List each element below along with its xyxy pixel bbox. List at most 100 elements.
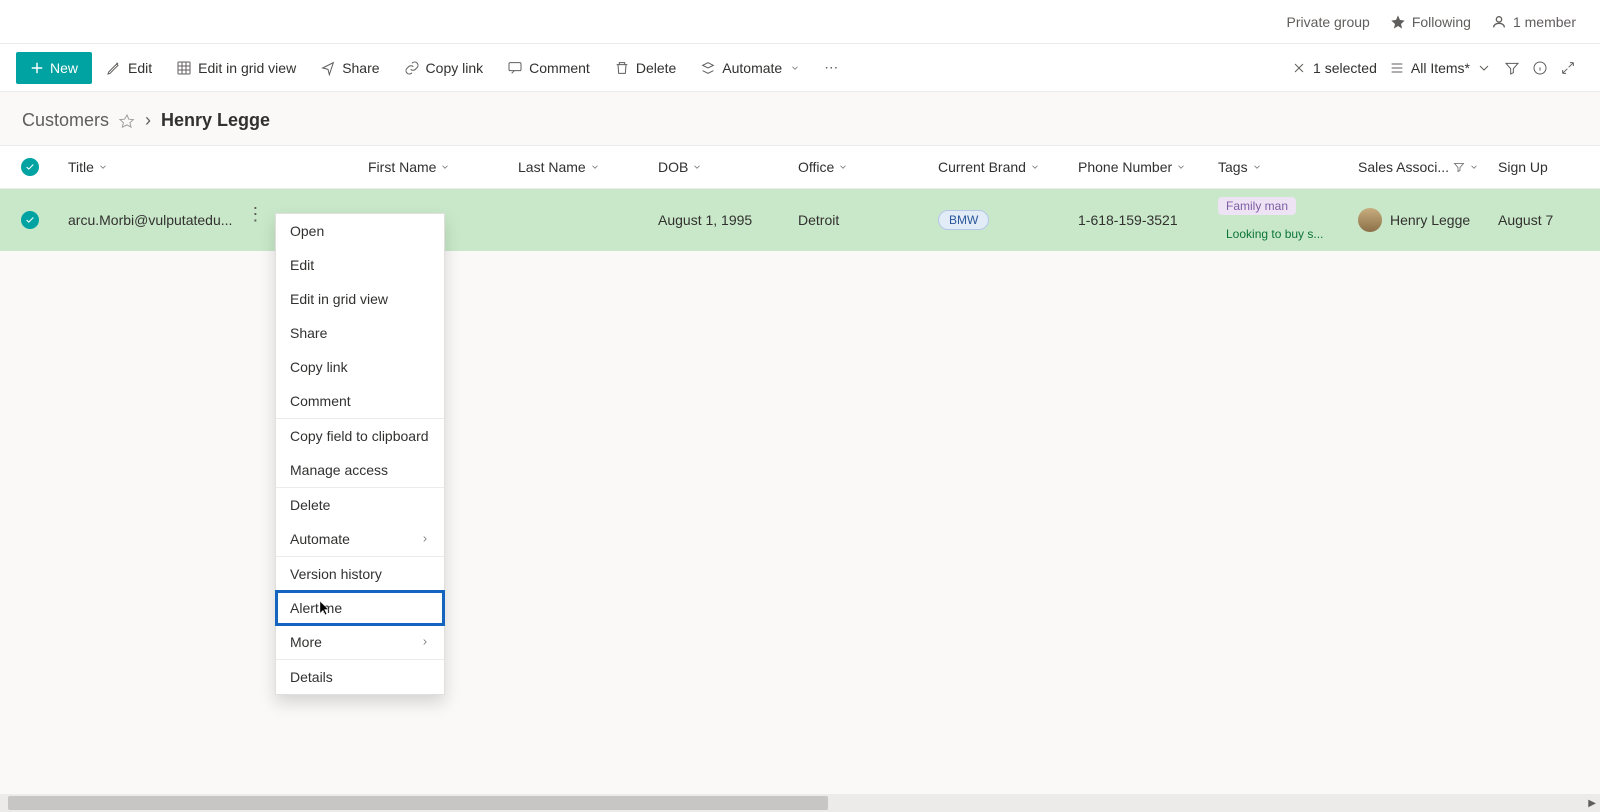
grid-icon — [176, 60, 192, 76]
automate-label: Automate — [722, 60, 782, 76]
edit-grid-button[interactable]: Edit in grid view — [166, 52, 306, 84]
chevron-down-icon — [790, 63, 800, 73]
cm-copy-field[interactable]: Copy field to clipboard — [276, 418, 444, 453]
member-count-label: 1 member — [1513, 14, 1576, 30]
filter-icon — [1453, 161, 1465, 173]
col-title[interactable]: Title — [60, 146, 360, 188]
check-icon — [25, 215, 35, 225]
cm-alert-me[interactable]: Alert me — [276, 591, 444, 625]
chevron-right-icon — [420, 534, 430, 544]
edit-button[interactable]: Edit — [96, 52, 162, 84]
item-title: arcu.Morbi@vulputatedu... — [68, 212, 232, 228]
sales-name: Henry Legge — [1390, 212, 1470, 228]
cell-tags: Family man Looking to buy s... — [1210, 189, 1350, 251]
cm-open[interactable]: Open — [276, 214, 444, 248]
cell-office: Detroit — [790, 204, 930, 236]
cm-edit-grid[interactable]: Edit in grid view — [276, 282, 444, 316]
more-button[interactable]: ⋯ — [814, 52, 850, 84]
scroll-right-arrow[interactable]: ▶ — [1588, 798, 1596, 809]
new-button[interactable]: New — [16, 52, 92, 84]
tag-value-1: Family man — [1218, 197, 1296, 215]
list-icon — [1389, 60, 1405, 76]
delete-button[interactable]: Delete — [604, 52, 686, 84]
col-last-name[interactable]: Last Name — [510, 146, 650, 188]
col-signup-label: Sign Up — [1498, 159, 1548, 175]
comment-button[interactable]: Comment — [497, 52, 600, 84]
chevron-down-icon — [838, 162, 848, 172]
info-button[interactable] — [1532, 60, 1548, 76]
cm-comment[interactable]: Comment — [276, 384, 444, 418]
col-dob[interactable]: DOB — [650, 146, 790, 188]
table-row[interactable]: arcu.Morbi@vulputatedu... ⋮ Eric August … — [0, 189, 1600, 251]
select-all-column[interactable] — [0, 158, 60, 176]
cell-signup: August 7 — [1490, 204, 1600, 236]
scrollbar-thumb[interactable] — [8, 796, 828, 810]
office-value: Detroit — [798, 212, 839, 228]
plus-icon — [30, 61, 44, 75]
cell-phone: 1-618-159-3521 — [1070, 204, 1210, 236]
breadcrumb-root[interactable]: Customers — [22, 110, 109, 131]
star-outline-icon[interactable] — [119, 113, 135, 129]
col-office[interactable]: Office — [790, 146, 930, 188]
comment-label: Comment — [529, 60, 590, 76]
share-button[interactable]: Share — [310, 52, 389, 84]
col-tags-label: Tags — [1218, 159, 1248, 175]
select-all-check[interactable] — [21, 158, 39, 176]
following-indicator[interactable]: Following — [1390, 14, 1471, 30]
horizontal-scrollbar[interactable]: ▶ — [0, 794, 1600, 812]
chevron-down-icon — [98, 162, 108, 172]
col-first-name[interactable]: First Name — [360, 146, 510, 188]
row-select[interactable] — [0, 211, 60, 229]
cm-more[interactable]: More — [276, 625, 444, 659]
cm-version[interactable]: Version history — [276, 556, 444, 591]
context-menu[interactable]: Open Edit Edit in grid view Share Copy l… — [275, 213, 445, 695]
cm-automate[interactable]: Automate — [276, 522, 444, 556]
cell-dob: August 1, 1995 — [650, 204, 790, 236]
group-type: Private group — [1287, 14, 1370, 30]
check-icon — [25, 162, 35, 172]
chevron-down-icon — [1252, 162, 1262, 172]
list-table: Title First Name Last Name DOB Office Cu… — [0, 145, 1600, 251]
col-sales-label: Sales Associ... — [1358, 159, 1449, 175]
filter-button[interactable] — [1504, 60, 1520, 76]
filter-icon — [1504, 60, 1520, 76]
cm-copy-link[interactable]: Copy link — [276, 350, 444, 384]
col-phone[interactable]: Phone Number — [1070, 146, 1210, 188]
cell-sales: Henry Legge — [1350, 200, 1490, 240]
close-icon — [1291, 60, 1307, 76]
col-office-label: Office — [798, 159, 834, 175]
expand-button[interactable] — [1560, 60, 1576, 76]
pencil-icon — [106, 60, 122, 76]
cm-details[interactable]: Details — [276, 659, 444, 694]
automate-button[interactable]: Automate — [690, 52, 810, 84]
col-brand[interactable]: Current Brand — [930, 146, 1070, 188]
col-tags[interactable]: Tags — [1210, 146, 1350, 188]
col-title-label: Title — [68, 159, 94, 175]
col-signup[interactable]: Sign Up — [1490, 146, 1600, 188]
cm-manage-access[interactable]: Manage access — [276, 453, 444, 487]
comment-icon — [507, 60, 523, 76]
view-name: All Items* — [1411, 60, 1470, 76]
sales-associate: Henry Legge — [1358, 208, 1470, 232]
cm-edit[interactable]: Edit — [276, 248, 444, 282]
row-more-button[interactable]: ⋮ — [242, 212, 268, 228]
cm-share[interactable]: Share — [276, 316, 444, 350]
edit-label: Edit — [128, 60, 152, 76]
cell-last-name — [510, 212, 650, 228]
chevron-down-icon — [440, 162, 450, 172]
flow-icon — [700, 60, 716, 76]
copy-link-button[interactable]: Copy link — [394, 52, 494, 84]
view-selector[interactable]: All Items* — [1389, 60, 1492, 76]
share-icon — [320, 60, 336, 76]
member-count[interactable]: 1 member — [1491, 14, 1576, 30]
avatar — [1358, 208, 1382, 232]
tag-value-2: Looking to buy s... — [1218, 225, 1331, 243]
cm-delete[interactable]: Delete — [276, 487, 444, 522]
expand-icon — [1560, 60, 1576, 76]
col-sales[interactable]: Sales Associ... — [1350, 146, 1490, 188]
row-check[interactable] — [21, 211, 39, 229]
chevron-down-icon — [1476, 60, 1492, 76]
info-icon — [1532, 60, 1548, 76]
clear-selection[interactable]: 1 selected — [1291, 60, 1377, 76]
signup-value: August 7 — [1498, 212, 1553, 228]
